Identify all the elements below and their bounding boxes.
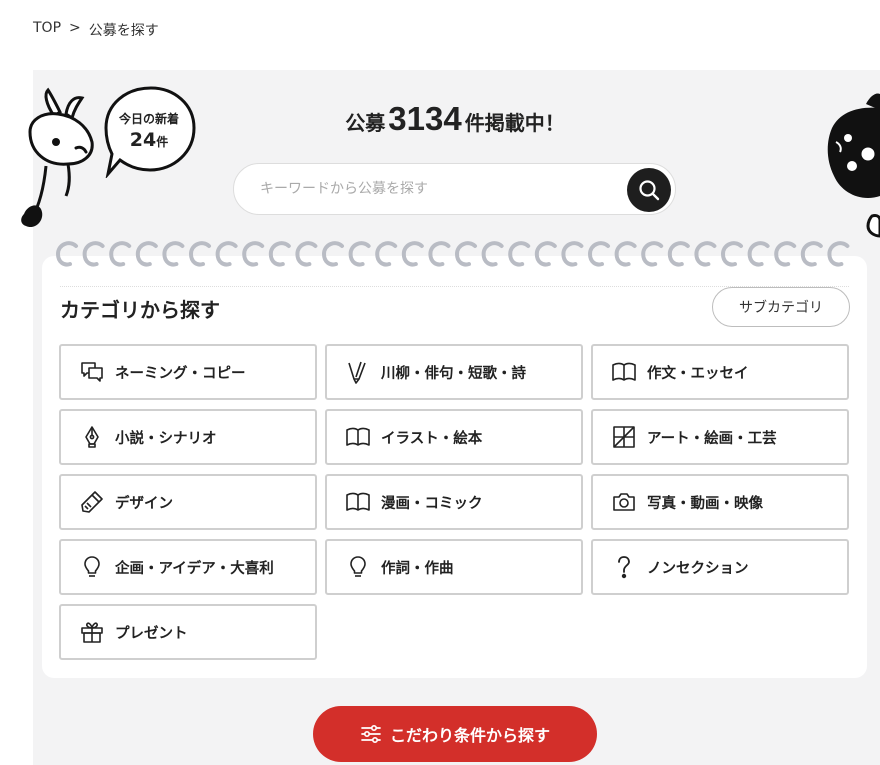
breadcrumb-home-link[interactable]: TOP (33, 20, 61, 40)
category-label: デザイン (115, 495, 173, 512)
category-novel-scenario[interactable]: 小説・シナリオ (59, 409, 317, 465)
book-icon (346, 427, 370, 446)
category-lyrics-music[interactable]: 作詞・作曲 (325, 539, 583, 595)
category-manga-comic[interactable]: 漫画・コミック (325, 474, 583, 530)
binder-ring (508, 241, 531, 267)
breadcrumb-current: 公募を探す (88, 23, 159, 39)
binder-ring (747, 241, 770, 267)
category-label: 作文・エッセイ (647, 365, 749, 382)
advanced-search-button[interactable]: こだわり条件から探す (313, 706, 597, 762)
binder-ring (481, 241, 504, 267)
category-photo-video[interactable]: 写真・動画・映像 (591, 474, 849, 530)
binder-ring (109, 241, 132, 267)
binder-rings (56, 241, 850, 267)
binder-ring (268, 241, 291, 267)
binder-ring (215, 241, 238, 267)
subcategory-button[interactable]: サブカテゴリ (712, 287, 850, 327)
category-design[interactable]: デザイン (59, 474, 317, 530)
book-icon (346, 492, 370, 511)
binder-ring (614, 241, 637, 267)
book-icon (612, 362, 636, 381)
category-label: 川柳・俳句・短歌・詩 (381, 365, 526, 382)
category-label: 漫画・コミック (381, 495, 483, 512)
category-present[interactable]: プレゼント (59, 604, 317, 660)
camera-icon (613, 493, 635, 511)
category-section-title: カテゴリから探す (60, 298, 220, 322)
gift-icon (81, 622, 103, 643)
category-card: カテゴリから探す サブカテゴリ ネーミング・コピー 川柳・俳句・短歌・詩 作文・… (42, 256, 867, 678)
binder-ring (667, 241, 690, 267)
binder-ring (587, 241, 610, 267)
search-button[interactable] (627, 168, 671, 212)
binder-ring (720, 241, 743, 267)
paint-tube-icon (81, 491, 103, 513)
category-label: 小説・シナリオ (115, 430, 217, 447)
binder-ring (561, 241, 584, 267)
category-naming-copy[interactable]: ネーミング・コピー (59, 344, 317, 400)
category-grid: ネーミング・コピー 川柳・俳句・短歌・詩 作文・エッセイ 小説・シナリオ イラス… (59, 344, 849, 660)
category-label: ノンセクション (647, 560, 749, 577)
lightbulb-icon (84, 556, 100, 577)
binder-ring (82, 241, 105, 267)
binder-ring (694, 241, 717, 267)
binder-ring (242, 241, 265, 267)
advanced-search-label: こだわり条件から探す (389, 726, 550, 745)
headline-suffix: 件掲載中！ (464, 111, 565, 135)
category-essay[interactable]: 作文・エッセイ (591, 344, 849, 400)
category-non-section[interactable]: ノンセクション (591, 539, 849, 595)
category-illustration[interactable]: イラスト・絵本 (325, 409, 583, 465)
breadcrumb: TOP > 公募を探す (33, 20, 159, 40)
binder-ring (162, 241, 185, 267)
category-label: プレゼント (115, 625, 188, 642)
binder-ring (534, 241, 557, 267)
category-senryu-haiku[interactable]: 川柳・俳句・短歌・詩 (325, 344, 583, 400)
binder-ring (800, 241, 823, 267)
category-planning-idea[interactable]: 企画・アイデア・大喜利 (59, 539, 317, 595)
category-art-crafts[interactable]: アート・絵画・工芸 (591, 409, 849, 465)
binder-ring (428, 241, 451, 267)
question-icon (618, 556, 630, 579)
brush-icon (348, 361, 366, 384)
breadcrumb-separator: > (69, 20, 81, 36)
binder-ring (454, 241, 477, 267)
search-icon (639, 180, 660, 201)
binder-ring (135, 241, 158, 267)
binder-ring (401, 241, 424, 267)
lightbulb-icon (350, 556, 366, 577)
art-frame-icon (613, 426, 635, 448)
sliders-icon (361, 724, 381, 744)
binder-ring (375, 241, 398, 267)
binder-ring (348, 241, 371, 267)
binder-ring (641, 241, 664, 267)
binder-ring (56, 241, 78, 267)
listing-count: 3134 (388, 100, 462, 137)
category-label: 写真・動画・映像 (647, 495, 763, 512)
pen-nib-icon (85, 426, 99, 448)
search-input[interactable] (260, 178, 620, 200)
binder-ring (321, 241, 344, 267)
headline-prefix: 公募 (345, 111, 386, 135)
category-label: 作詞・作曲 (381, 560, 454, 577)
listing-count-headline: 公募3134 件掲載中！ (0, 100, 880, 138)
binder-ring (827, 241, 850, 267)
category-label: アート・絵画・工芸 (647, 430, 777, 447)
binder-ring (774, 241, 797, 267)
binder-ring (188, 241, 211, 267)
category-label: 企画・アイデア・大喜利 (115, 560, 274, 577)
speech-bubbles-icon (81, 362, 103, 382)
search-bar (233, 163, 676, 215)
binder-ring (295, 241, 318, 267)
category-label: イラスト・絵本 (381, 430, 483, 447)
category-label: ネーミング・コピー (115, 365, 246, 382)
